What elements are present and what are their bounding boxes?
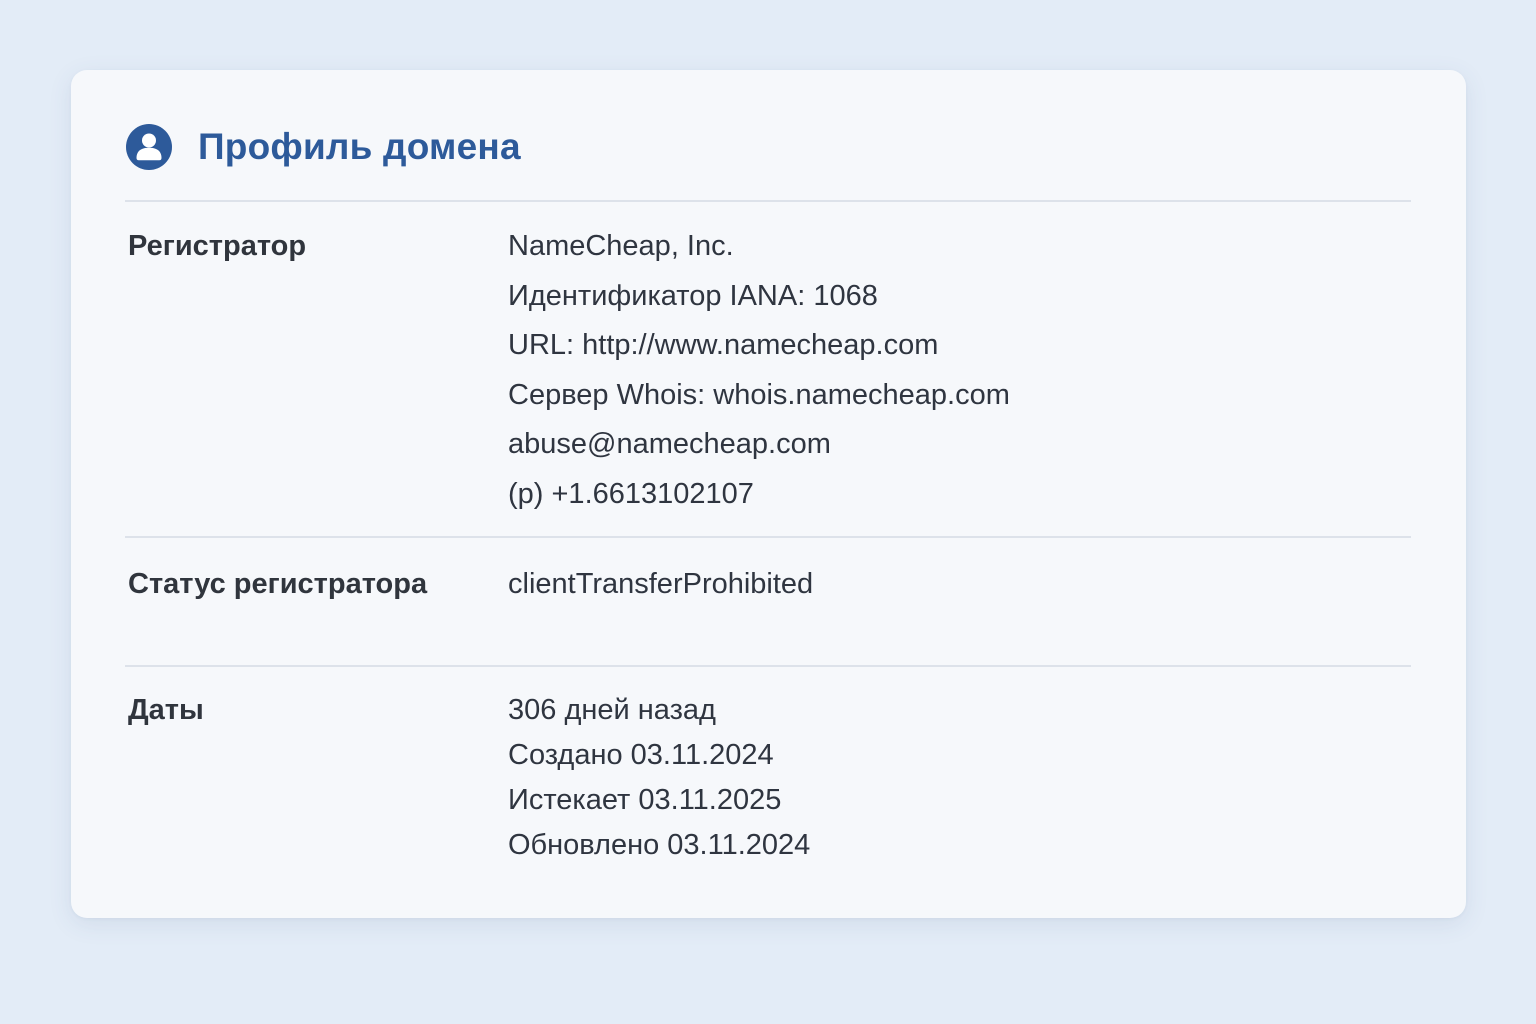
row-divider [125, 536, 1411, 538]
dates-age: 306 дней назад [508, 694, 716, 726]
domain-profile-card: Профиль домена Регистратор NameCheap, In… [71, 70, 1466, 918]
user-profile-icon [126, 124, 172, 170]
registrar-status-label: Статус регистратора [128, 568, 428, 600]
row-divider [125, 665, 1411, 667]
registrar-status-values: clientTransferProhibited [508, 565, 813, 604]
page-title: Профиль домена [198, 126, 521, 167]
card-header: Профиль домена [125, 122, 521, 172]
registrar-phone: (p) +1.6613102107 [508, 477, 754, 510]
dates-label: Даты [128, 694, 204, 726]
registrar-iana-id: Идентификатор IANA: 1068 [508, 279, 878, 312]
registrar-values: NameCheap, Inc. Идентификатор IANA: 1068… [508, 222, 1010, 519]
registrar-whois-server: Сервер Whois: whois.namecheap.com [508, 378, 1010, 411]
registrar-abuse-email: abuse@namecheap.com [508, 428, 831, 460]
registrar-status-value: clientTransferProhibited [508, 568, 814, 600]
header-divider [125, 200, 1411, 202]
registrar-label: Регистратор [128, 230, 307, 262]
registrar-url: URL: http://www.namecheap.com [508, 329, 939, 361]
dates-expires: Истекает 03.11.2025 [508, 784, 782, 816]
registrar-name: NameCheap, Inc. [508, 230, 734, 262]
dates-created: Создано 03.11.2024 [508, 739, 774, 771]
dates-updated: Обновлено 03.11.2024 [508, 829, 811, 861]
dates-values: 306 дней назад Создано 03.11.2024 Истека… [508, 688, 810, 868]
